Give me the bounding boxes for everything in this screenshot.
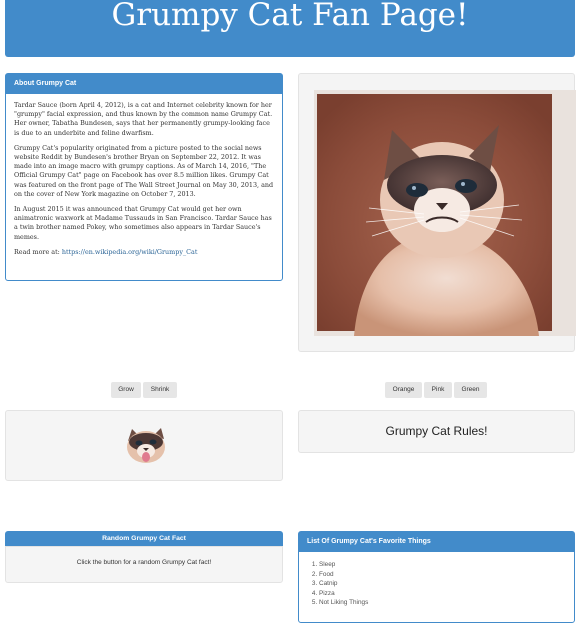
small-grumpy-cat-image xyxy=(127,428,165,463)
read-more-label: Read more at: xyxy=(14,247,62,256)
favorites-list: Sleep Food Catnip Pizza Not Liking Thing… xyxy=(307,560,566,608)
wikipedia-link[interactable]: https://en.wikipedia.org/wiki/Grumpy_Cat xyxy=(62,248,198,256)
rules-well: Grumpy Cat Rules! xyxy=(298,410,575,453)
orange-button[interactable]: Orange xyxy=(385,382,422,398)
shrink-button[interactable]: Shrink xyxy=(143,382,177,398)
about-panel-body: Tardar Sauce (born April 4, 2012), is a … xyxy=(6,94,282,257)
random-fact-well: Click the button for a random Grumpy Cat… xyxy=(5,546,283,583)
random-fact-text: Click the button for a random Grumpy Cat… xyxy=(76,559,212,566)
list-item: Pizza xyxy=(319,589,566,599)
random-fact-button[interactable]: Random Grumpy Cat Fact xyxy=(5,531,283,546)
list-item: Food xyxy=(319,570,566,580)
about-paragraph-1: Tardar Sauce (born April 4, 2012), is a … xyxy=(14,101,273,137)
list-item: Not Liking Things xyxy=(319,598,566,608)
favorites-heading: List Of Grumpy Cat's Favorite Things xyxy=(299,532,574,552)
grow-button[interactable]: Grow xyxy=(111,382,141,398)
rules-text: Grumpy Cat Rules! xyxy=(385,424,488,438)
page-header: Grumpy Cat Fan Page! xyxy=(5,0,575,57)
green-button[interactable]: Green xyxy=(454,382,487,398)
about-paragraph-3: In August 2015 it was announced that Gru… xyxy=(14,205,272,241)
about-paragraph-2: Grumpy Cat's popularity originated from … xyxy=(14,143,274,198)
resizable-cat-well xyxy=(5,410,283,481)
grumpy-cat-painting xyxy=(314,90,576,336)
page-title: Grumpy Cat Fan Page! xyxy=(111,0,469,33)
pink-button[interactable]: Pink xyxy=(424,382,452,398)
about-panel: About Grumpy Cat Tardar Sauce (born Apri… xyxy=(5,73,283,281)
list-item: Catnip xyxy=(319,579,566,589)
about-panel-heading: About Grumpy Cat xyxy=(6,74,282,94)
read-more: Read more at: https://en.wikipedia.org/w… xyxy=(14,248,274,257)
favorites-body: Sleep Food Catnip Pizza Not Liking Thing… xyxy=(299,552,574,608)
favorites-panel: List Of Grumpy Cat's Favorite Things Sle… xyxy=(298,531,575,623)
painting-frame xyxy=(298,73,576,352)
list-item: Sleep xyxy=(319,560,566,570)
random-fact-heading: Random Grumpy Cat Fact xyxy=(102,535,186,542)
